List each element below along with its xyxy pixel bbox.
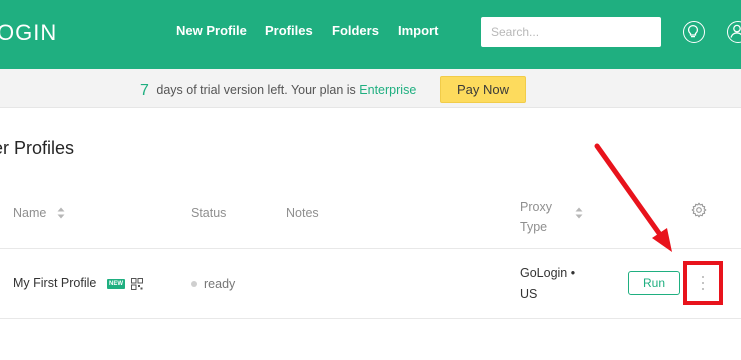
table-row-divider [0, 318, 741, 319]
more-vertical-icon [702, 276, 704, 290]
trial-banner: 7 days of trial version left. Your plan … [0, 69, 741, 108]
nav-import[interactable]: Import [398, 23, 438, 38]
more-options-button[interactable] [683, 261, 723, 305]
qr-icon[interactable] [131, 278, 143, 290]
sort-icon[interactable] [57, 207, 65, 219]
sort-icon[interactable] [575, 207, 583, 219]
nav-profiles[interactable]: Profiles [265, 23, 313, 38]
trial-plan-name: Enterprise [359, 83, 417, 97]
proxy-type-line1: GoLogin • [520, 266, 576, 280]
user-icon[interactable] [727, 21, 741, 43]
gear-icon[interactable] [691, 202, 707, 218]
column-header-status: Status [191, 206, 227, 220]
nav-folders[interactable]: Folders [332, 23, 379, 38]
lightbulb-icon[interactable] [683, 21, 705, 43]
profile-name[interactable]: My First Profile [13, 276, 96, 290]
new-badge: NEW [107, 279, 125, 289]
trial-text: days of trial version left. Your plan is [156, 83, 356, 97]
profile-status: ready [204, 277, 236, 291]
top-navigation-bar: OGIN New Profile Profiles Folders Import [0, 0, 741, 69]
column-header-notes: Notes [286, 206, 319, 220]
status-dot [191, 281, 197, 287]
search-input[interactable] [481, 17, 661, 47]
app-logo[interactable]: OGIN [0, 20, 57, 46]
trial-days-count: 7 [140, 82, 149, 99]
column-header-name[interactable]: Name [13, 206, 46, 220]
run-button[interactable]: Run [628, 271, 680, 295]
table-header-divider [0, 248, 741, 249]
nav-new-profile[interactable]: New Profile [176, 23, 247, 38]
page-title: er Profiles [0, 138, 75, 158]
pay-now-button[interactable]: Pay Now [440, 76, 526, 103]
proxy-type-line2: US [520, 287, 538, 301]
trial-message: 7 days of trial version left. Your plan … [140, 81, 416, 99]
column-header-proxy-type[interactable]: Proxy Type [520, 197, 552, 237]
